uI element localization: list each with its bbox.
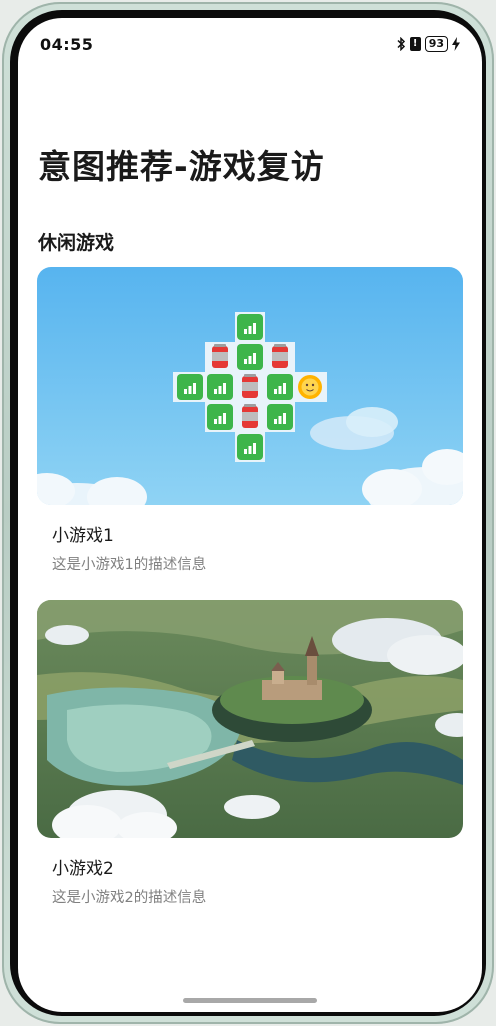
game-2-name[interactable]: 小游戏2 bbox=[52, 854, 114, 879]
alert-icon: ! bbox=[409, 37, 421, 51]
signal-tile-icon bbox=[237, 344, 263, 370]
charging-icon bbox=[452, 37, 460, 51]
page-title: 意图推荐-游戏复访 bbox=[38, 147, 325, 186]
signal-tile-icon bbox=[177, 374, 203, 400]
game-2-description: 这是小游戏2的描述信息 bbox=[52, 890, 207, 906]
game-1-name[interactable]: 小游戏1 bbox=[52, 521, 114, 546]
signal-tile-icon bbox=[237, 434, 263, 460]
phone-frame: 04:55 ! 93 意图推荐-游戏复访 休闲游戏 小游戏1 这是小游戏1的描述… bbox=[2, 2, 494, 1024]
signal-tile-icon bbox=[267, 374, 293, 400]
section-title: 休闲游戏 bbox=[38, 232, 115, 254]
status-time: 04:55 bbox=[40, 35, 94, 54]
signal-tile-icon bbox=[267, 404, 293, 430]
battery-can-icon bbox=[272, 344, 288, 368]
signal-tile-icon bbox=[207, 404, 233, 430]
status-bar: 04:55 ! 93 bbox=[18, 18, 482, 62]
battery-can-icon bbox=[242, 374, 258, 398]
battery-icon: 93 bbox=[424, 36, 448, 52]
home-indicator[interactable] bbox=[183, 998, 317, 1003]
game-2-image[interactable] bbox=[37, 600, 463, 838]
status-icons: ! 93 bbox=[396, 36, 460, 52]
signal-tile-icon bbox=[207, 374, 233, 400]
bluetooth-icon bbox=[397, 37, 405, 51]
battery-can-icon bbox=[242, 404, 258, 428]
game-1-image[interactable] bbox=[37, 267, 463, 505]
sun-icon bbox=[298, 375, 322, 399]
game-1-description: 这是小游戏1的描述信息 bbox=[52, 557, 207, 573]
battery-can-icon bbox=[212, 344, 228, 368]
screen: 04:55 ! 93 意图推荐-游戏复访 休闲游戏 小游戏1 这是小游戏1的描述… bbox=[18, 18, 482, 1012]
signal-tile-icon bbox=[237, 314, 263, 340]
